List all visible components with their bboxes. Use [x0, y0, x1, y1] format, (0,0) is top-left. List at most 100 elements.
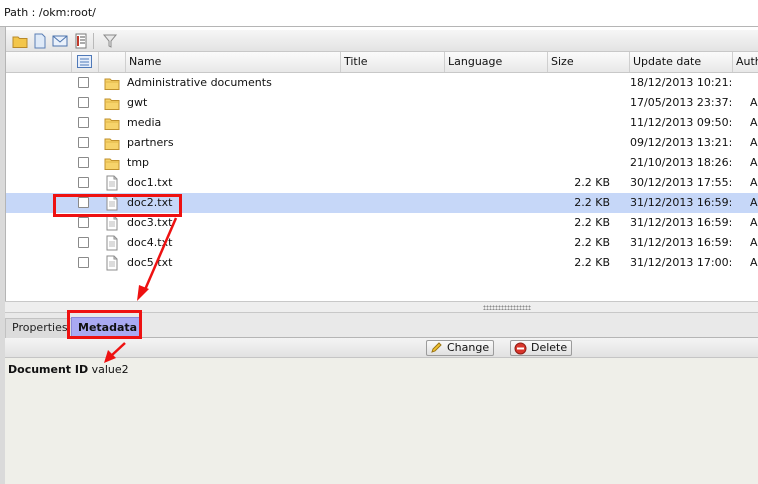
row-checkbox[interactable]	[78, 237, 89, 248]
row-name: doc5.txt	[127, 256, 173, 269]
row-checkbox[interactable]	[78, 177, 89, 188]
row-size: 2.2 KB	[574, 236, 610, 249]
text-file-icon	[104, 235, 120, 251]
table-row[interactable]: gwt 17/05/2013 23:37:3 A	[5, 93, 758, 113]
table-row[interactable]: media 11/12/2013 09:50:5 A	[5, 113, 758, 133]
row-checkbox[interactable]	[78, 197, 89, 208]
row-update-date: 11/12/2013 09:50:5	[630, 116, 731, 129]
column-language[interactable]: Language	[444, 52, 547, 72]
table-row[interactable]: doc1.txt 2.2 KB 30/12/2013 17:55:4 A	[5, 173, 758, 193]
column-name[interactable]: Name	[125, 52, 340, 72]
row-author: A	[750, 136, 758, 149]
metadata-panel: Change Delete Document ID value2	[5, 338, 758, 484]
row-author: A	[750, 116, 758, 129]
metadata-entry: Document ID value2	[8, 363, 129, 376]
folder-icon	[104, 155, 120, 171]
row-update-date: 09/12/2013 13:21:4	[630, 136, 731, 149]
column-blank	[5, 52, 71, 72]
folder-icon[interactable]	[12, 33, 28, 49]
row-update-date: 31/12/2013 16:59:3	[630, 196, 731, 209]
row-checkbox[interactable]	[78, 97, 89, 108]
metadata-toolbar: Change Delete	[5, 338, 758, 358]
row-size: 2.2 KB	[574, 196, 610, 209]
table-row[interactable]: doc2.txt 2.2 KB 31/12/2013 16:59:3 A	[5, 193, 758, 213]
folder-icon	[104, 115, 120, 131]
folder-icon	[104, 135, 120, 151]
path-value: /okm:root/	[38, 6, 96, 19]
row-author: A	[750, 156, 758, 169]
column-size[interactable]: Size	[547, 52, 629, 72]
row-size: 2.2 KB	[574, 176, 610, 189]
path-bar: Path : /okm:root/	[0, 0, 758, 27]
row-update-date: 30/12/2013 17:55:4	[630, 176, 731, 189]
text-file-icon	[104, 195, 120, 211]
list-icon[interactable]	[73, 33, 89, 49]
row-size	[547, 93, 610, 113]
row-author: A	[750, 216, 758, 229]
column-title[interactable]: Title	[340, 52, 444, 72]
pencil-icon	[431, 342, 442, 353]
row-author: A	[750, 196, 758, 209]
tab-metadata[interactable]: Metadata	[71, 317, 142, 339]
row-author: A	[750, 176, 758, 189]
row-checkbox[interactable]	[78, 137, 89, 148]
row-update-date: 21/10/2013 18:26:3	[630, 156, 731, 169]
row-name: tmp	[127, 156, 150, 169]
row-name: doc2.txt	[127, 196, 173, 209]
table-row[interactable]: doc4.txt 2.2 KB 31/12/2013 16:59:5 A	[5, 233, 758, 253]
grid-header: Name Title Language Size Update date Aut…	[5, 52, 758, 73]
select-all-icon[interactable]	[77, 55, 93, 69]
change-button[interactable]: Change	[426, 340, 495, 356]
text-file-icon	[104, 215, 120, 231]
document-icon[interactable]	[32, 33, 48, 49]
column-type	[98, 52, 125, 72]
table-row[interactable]: partners 09/12/2013 13:21:4 A	[5, 133, 758, 153]
column-author[interactable]: Author	[732, 52, 758, 72]
mail-icon[interactable]	[52, 33, 68, 49]
row-update-date: 18/12/2013 10:21:0	[630, 76, 731, 89]
row-size: 2.2 KB	[574, 216, 610, 229]
table-row[interactable]: Administrative documents 18/12/2013 10:21…	[5, 73, 758, 93]
path-label: Path :	[4, 6, 39, 19]
row-size	[547, 133, 610, 153]
row-size: 2.2 KB	[574, 256, 610, 269]
row-size	[547, 73, 610, 93]
row-name: doc3.txt	[127, 216, 173, 229]
row-checkbox[interactable]	[78, 117, 89, 128]
delete-button[interactable]: Delete	[510, 340, 573, 356]
file-grid: Administrative documents 18/12/2013 10:21…	[5, 73, 758, 301]
row-author	[750, 73, 758, 93]
column-select-all[interactable]	[71, 52, 98, 72]
row-name: gwt	[127, 96, 148, 109]
panel-splitter[interactable]	[5, 301, 758, 313]
tab-properties[interactable]: Properties	[5, 318, 75, 338]
row-update-date: 31/12/2013 16:59:4	[630, 216, 731, 229]
row-size	[547, 153, 610, 173]
toolbar-separator	[93, 33, 94, 49]
row-checkbox[interactable]	[78, 217, 89, 228]
delete-label: Delete	[531, 341, 568, 354]
folder-icon	[104, 75, 120, 91]
row-size	[547, 113, 610, 133]
file-toolbar	[5, 30, 758, 52]
row-update-date: 17/05/2013 23:37:3	[630, 96, 731, 109]
table-row[interactable]: doc3.txt 2.2 KB 31/12/2013 16:59:4 A	[5, 213, 758, 233]
change-label: Change	[447, 341, 490, 354]
row-author: A	[750, 256, 758, 269]
row-name: partners	[127, 136, 174, 149]
folder-icon	[104, 95, 120, 111]
row-checkbox[interactable]	[78, 77, 89, 88]
metadata-value: value2	[91, 363, 129, 376]
filter-icon[interactable]	[102, 33, 118, 49]
table-row[interactable]: doc5.txt 2.2 KB 31/12/2013 17:00:0 A	[5, 253, 758, 273]
row-checkbox[interactable]	[78, 157, 89, 168]
row-checkbox[interactable]	[78, 257, 89, 268]
splitter-grip[interactable]	[483, 305, 531, 310]
column-update-date[interactable]: Update date	[629, 52, 732, 72]
text-file-icon	[104, 175, 120, 191]
row-author: A	[750, 96, 758, 109]
tab-bar: Properties Metadata	[5, 313, 758, 339]
row-name: media	[127, 116, 162, 129]
table-row[interactable]: tmp 21/10/2013 18:26:3 A	[5, 153, 758, 173]
row-update-date: 31/12/2013 16:59:5	[630, 236, 731, 249]
